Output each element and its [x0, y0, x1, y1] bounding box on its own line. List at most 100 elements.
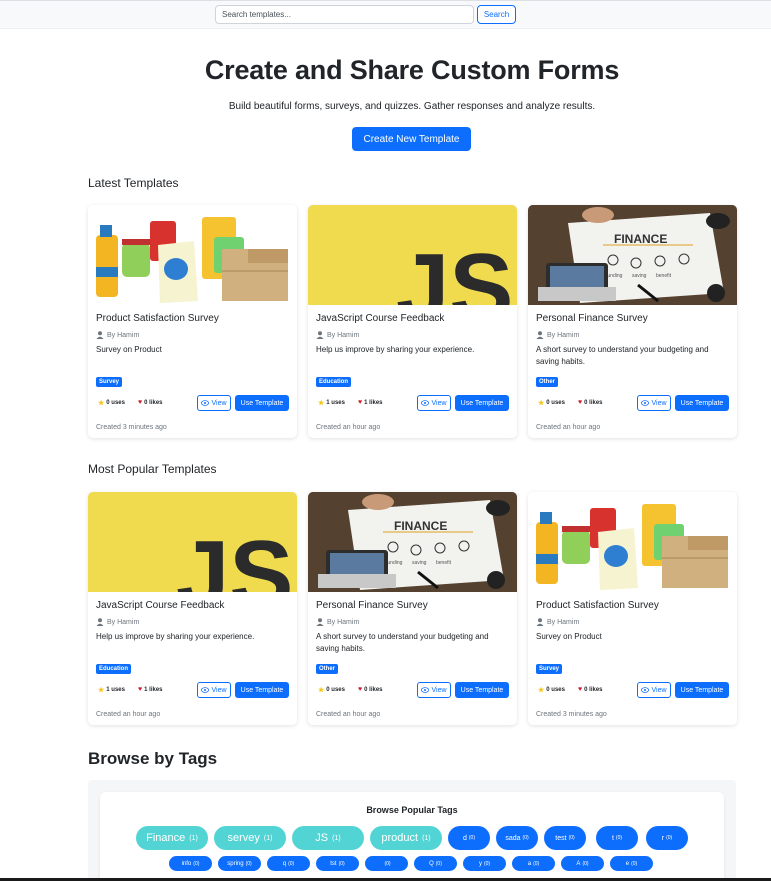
- tag-pill[interactable]: t (0): [596, 826, 638, 850]
- latest-templates-heading: Latest Templates: [88, 176, 179, 190]
- eye-icon: [421, 400, 430, 406]
- tag-pill[interactable]: info (0): [169, 856, 212, 871]
- tag-pill[interactable]: e (0): [610, 856, 653, 871]
- view-button[interactable]: View: [417, 682, 451, 698]
- tag-pill[interactable]: q (0): [267, 856, 310, 871]
- created-time: Created an hour ago: [96, 711, 161, 718]
- template-description: Help us improve by sharing your experien…: [316, 345, 475, 354]
- eye-icon: [421, 687, 430, 693]
- finance-photo-title: FINANCE: [614, 232, 667, 246]
- finance-photo-title: FINANCE: [394, 519, 447, 533]
- template-description: Survey on Product: [96, 345, 162, 354]
- likes-stat: ♥ 0 likes: [138, 399, 163, 406]
- tag-pill[interactable]: tst (0): [316, 856, 359, 871]
- view-button[interactable]: View: [417, 395, 451, 411]
- use-template-button[interactable]: Use Template: [455, 682, 509, 698]
- top-navbar: Search: [0, 0, 771, 29]
- browse-tags-heading: Browse by Tags: [88, 749, 218, 768]
- uses-stat: ★ 0 uses: [538, 399, 565, 407]
- tag-pill[interactable]: spring (0): [218, 856, 261, 871]
- template-card: Product Satisfaction Survey By Hamim Surve…: [88, 205, 297, 438]
- author-name: By Hamim: [547, 331, 580, 339]
- create-template-button[interactable]: Create New Template: [352, 127, 471, 151]
- tag-pill[interactable]: y (0): [463, 856, 506, 871]
- tag-pill[interactable]: r (0): [646, 826, 688, 850]
- tag-pill[interactable]: test (0): [544, 826, 586, 850]
- heart-icon: ♥: [138, 399, 143, 406]
- tag-count: (0): [245, 860, 252, 867]
- template-author: By Hamim: [316, 331, 359, 339]
- tag-count: (0): [468, 835, 476, 841]
- view-button[interactable]: View: [637, 395, 671, 411]
- topic-badge: Survey: [96, 377, 123, 387]
- tag-name: info: [181, 860, 192, 867]
- view-label: View: [651, 686, 667, 694]
- svg-text:funding: funding: [606, 273, 623, 279]
- eye-icon: [641, 400, 650, 406]
- tag-name: r: [661, 834, 665, 842]
- tag-name: spring: [227, 860, 244, 867]
- template-author: By Hamim: [316, 618, 359, 626]
- tag-count: (0): [522, 835, 529, 841]
- tag-pill[interactable]: product (1): [370, 826, 442, 850]
- template-author: By Hamim: [536, 331, 579, 339]
- tag-pill[interactable]: Finance (1): [136, 826, 208, 850]
- use-template-button[interactable]: Use Template: [675, 682, 729, 698]
- js-logo-image: JS: [88, 492, 297, 592]
- likes-count: 0 likes: [584, 686, 603, 693]
- star-icon: ★: [538, 687, 545, 694]
- template-title: Product Satisfaction Survey: [536, 600, 659, 611]
- search-button[interactable]: Search: [477, 5, 516, 24]
- use-template-button[interactable]: Use Template: [235, 682, 289, 698]
- tag-pill[interactable]: (0): [365, 856, 408, 871]
- likes-stat: ♥ 0 likes: [358, 686, 383, 693]
- svg-text:funding: funding: [386, 560, 403, 566]
- tag-pill[interactable]: d (0): [448, 826, 490, 850]
- person-icon: [316, 331, 324, 339]
- use-template-button[interactable]: Use Template: [675, 395, 729, 411]
- tag-name: tst: [330, 860, 337, 867]
- created-time: Created an hour ago: [316, 711, 381, 718]
- star-icon: ★: [318, 400, 325, 407]
- topic-badge: Survey: [536, 664, 563, 674]
- groceries-photo-image: [528, 492, 737, 592]
- person-icon: [96, 618, 104, 626]
- author-name: By Hamim: [107, 618, 140, 626]
- tag-pill[interactable]: sada (0): [496, 826, 538, 850]
- view-label: View: [431, 399, 447, 407]
- use-template-button[interactable]: Use Template: [235, 395, 289, 411]
- tags-panel: Browse Popular Tags Finance (1) servey (1) J…: [100, 792, 724, 881]
- search-input[interactable]: [215, 5, 474, 24]
- tag-pill[interactable]: servey (1): [214, 826, 286, 850]
- tag-pill[interactable]: A (0): [561, 856, 604, 871]
- tag-pill[interactable]: JS (1): [292, 826, 364, 850]
- tag-count: (0): [384, 860, 391, 867]
- heart-icon: ♥: [358, 686, 363, 693]
- tag-count: (1): [422, 834, 431, 842]
- created-time: Created an hour ago: [316, 424, 381, 431]
- person-icon: [536, 618, 544, 626]
- star-icon: ★: [318, 687, 325, 694]
- finance-photo-image: FINANCE funding saving benefit: [308, 492, 517, 592]
- tag-count: (0): [288, 860, 295, 867]
- tag-name: sada: [505, 834, 521, 842]
- tags-section: Browse Popular Tags Finance (1) servey (1) J…: [88, 780, 736, 881]
- tag-pill[interactable]: a (0): [512, 856, 555, 871]
- tag-name: Q: [429, 860, 434, 867]
- author-name: By Hamim: [327, 618, 360, 626]
- created-time: Created 3 minutes ago: [96, 424, 167, 431]
- likes-stat: ♥ 0 likes: [578, 686, 603, 693]
- uses-count: 0 uses: [106, 400, 125, 406]
- template-author: By Hamim: [536, 618, 579, 626]
- person-icon: [536, 331, 544, 339]
- uses-stat: ★ 1 uses: [98, 686, 125, 694]
- view-button[interactable]: View: [637, 682, 671, 698]
- tag-pill[interactable]: Q (0): [414, 856, 457, 871]
- tag-count: (0): [533, 860, 540, 867]
- template-image: [528, 492, 737, 592]
- view-button[interactable]: View: [197, 395, 231, 411]
- person-icon: [96, 331, 104, 339]
- view-button[interactable]: View: [197, 682, 231, 698]
- use-template-button[interactable]: Use Template: [455, 395, 509, 411]
- view-label: View: [431, 686, 447, 694]
